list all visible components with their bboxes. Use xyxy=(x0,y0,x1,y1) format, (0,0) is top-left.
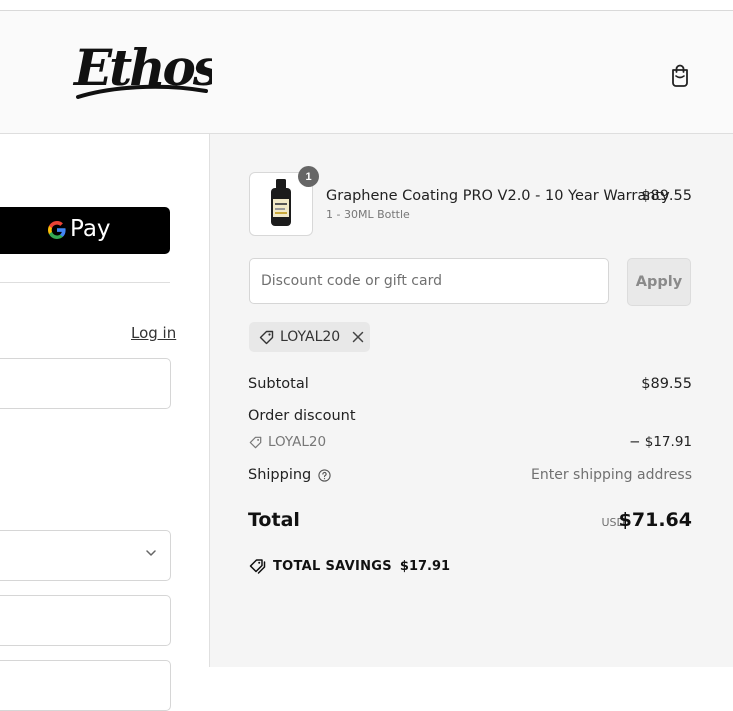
remove-discount-icon[interactable] xyxy=(352,331,364,343)
chevron-down-icon xyxy=(146,550,156,556)
google-g-icon xyxy=(48,221,66,239)
shipping-value: Enter shipping address xyxy=(531,467,692,483)
checkout-main: Pay Log in xyxy=(0,134,209,711)
discount-line: LOYAL20 xyxy=(249,434,326,450)
order-summary: 1 Graphene Coating PRO V2.0 - 10 Year Wa… xyxy=(209,134,733,667)
section-divider xyxy=(0,282,170,283)
discount-code-input[interactable] xyxy=(249,258,609,304)
discount-line-code: LOYAL20 xyxy=(268,434,327,450)
country-select[interactable] xyxy=(0,530,171,581)
applied-discount-chip: LOYAL20 xyxy=(249,322,370,352)
total-value: $71.64 xyxy=(618,509,692,531)
svg-text:Ethos: Ethos xyxy=(72,38,212,97)
product-price: $89.55 xyxy=(641,188,692,204)
google-pay-label: Pay xyxy=(70,216,111,242)
discount-value: − $17.91 xyxy=(629,434,692,450)
subtotal-label: Subtotal xyxy=(248,376,309,392)
login-link[interactable]: Log in xyxy=(131,324,176,342)
apply-discount-button[interactable]: Apply xyxy=(627,258,691,306)
applied-discount-code: LOYAL20 xyxy=(280,329,341,345)
shopping-bag-icon[interactable] xyxy=(666,61,694,89)
tag-icon xyxy=(259,330,274,344)
shipping-row: Shipping xyxy=(248,467,331,483)
tags-icon xyxy=(249,559,266,574)
help-circle-icon[interactable] xyxy=(318,468,331,482)
checkout-header: Ethos xyxy=(0,11,733,134)
total-label: Total xyxy=(248,509,300,531)
name-field[interactable] xyxy=(0,595,171,646)
google-pay-button[interactable]: Pay xyxy=(0,207,170,254)
product-name: Graphene Coating PRO V2.0 - 10 Year Warr… xyxy=(326,188,670,204)
tag-icon xyxy=(249,436,262,448)
ethos-logo[interactable]: Ethos xyxy=(70,35,212,109)
total-savings-label: TOTAL SAVINGS xyxy=(273,558,392,574)
quantity-badge: 1 xyxy=(298,166,319,187)
subtotal-value: $89.55 xyxy=(641,376,692,392)
total-savings-row: TOTAL SAVINGS $17.91 xyxy=(249,558,450,574)
product-variant: 1 - 30ML Bottle xyxy=(326,208,410,221)
shipping-label: Shipping xyxy=(248,467,312,483)
order-discount-label: Order discount xyxy=(248,408,356,424)
address-field[interactable] xyxy=(0,660,171,711)
email-field[interactable] xyxy=(0,358,171,409)
total-savings-value: $17.91 xyxy=(399,558,451,574)
